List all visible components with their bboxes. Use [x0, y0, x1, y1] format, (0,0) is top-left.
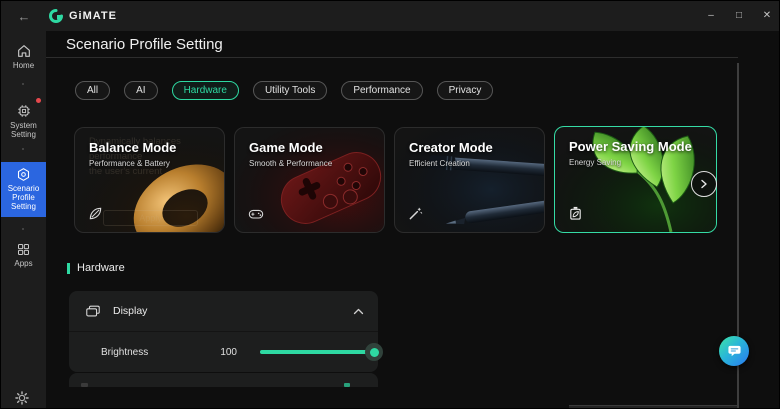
- brightness-slider[interactable]: [260, 343, 383, 361]
- card-title: Power Saving Mode: [569, 139, 692, 154]
- magic-wand-icon: [409, 207, 423, 220]
- card-title: Creator Mode: [409, 140, 493, 155]
- display-panel: Display Brightness 100: [69, 291, 383, 372]
- display-icon: [86, 305, 100, 316]
- panel-title: Display: [113, 305, 148, 317]
- sidebar-item-apps[interactable]: Apps: [1, 242, 46, 268]
- filter-tab-hardware[interactable]: Hardware: [171, 81, 239, 100]
- card-subtitle: Energy Saving: [569, 158, 622, 167]
- filter-tab-privacy[interactable]: Privacy: [436, 81, 494, 100]
- sidebar-item-label: Home: [12, 61, 35, 70]
- sidebar-separator-dot: [22, 228, 24, 230]
- card-title: Balance Mode: [89, 140, 177, 155]
- minimize-button[interactable]: –: [697, 1, 725, 31]
- section-accent-bar: [67, 262, 70, 274]
- chevron-right-icon: [701, 179, 707, 189]
- card-subtitle: Efficient Creation: [409, 159, 470, 168]
- filter-tab-performance[interactable]: Performance: [341, 81, 423, 100]
- hardware-section-header: Hardware: [67, 262, 125, 274]
- leaf-balance-icon: [89, 207, 102, 220]
- filter-tab-ai[interactable]: AI: [124, 81, 158, 100]
- sidebar-item-home[interactable]: Home: [1, 43, 46, 70]
- next-panel-partial[interactable]: [69, 373, 378, 387]
- sidebar-item-system-setting[interactable]: System Setting: [1, 103, 46, 139]
- gimate-logo-icon: [49, 9, 63, 23]
- sidebar-separator-dot: [22, 148, 24, 150]
- title-bar: ← GiMATE – □ ✕: [1, 1, 779, 31]
- collapse-chevron-button[interactable]: [353, 308, 364, 315]
- chevron-up-icon: [353, 308, 364, 314]
- panel-icon-clipped: [81, 383, 88, 387]
- brightness-label: Brightness: [101, 346, 149, 358]
- settings-gear-button[interactable]: [14, 389, 32, 407]
- card-game-mode[interactable]: Game Mode Smooth & Performance: [234, 127, 385, 233]
- sidebar-item-label: System Setting: [10, 121, 37, 139]
- panel-indicator-clipped: [344, 383, 350, 387]
- clipped-element-edge: [569, 405, 738, 408]
- brightness-row: Brightness 100: [69, 332, 383, 372]
- slider-fill: [260, 350, 376, 354]
- home-icon: [17, 45, 30, 57]
- card-subtitle: Smooth & Performance: [249, 159, 333, 168]
- window-controls: – □ ✕: [697, 1, 779, 31]
- maximize-button[interactable]: □: [725, 1, 753, 31]
- gamepad-icon: [248, 209, 264, 219]
- sidebar-item-scenario-profile-setting[interactable]: Scenario Profile Setting: [1, 162, 46, 217]
- filter-tab-utility-tools[interactable]: Utility Tools: [252, 81, 328, 100]
- chat-bubble-icon: [727, 345, 741, 357]
- card-balance-mode[interactable]: Dynamically balances performance the use…: [74, 127, 225, 233]
- app-name: GiMATE: [69, 10, 117, 22]
- notification-badge: [36, 98, 41, 103]
- sidebar-separator-dot: [22, 83, 24, 85]
- sidebar-item-label: Scenario Profile Setting: [7, 184, 40, 211]
- scenario-cube-icon: [17, 168, 30, 181]
- page-title: Scenario Profile Setting: [66, 36, 223, 53]
- card-subtitle: Performance & Battery: [89, 159, 170, 168]
- brightness-value: 100: [220, 346, 237, 358]
- sidebar-item-label: Apps: [14, 259, 33, 268]
- section-title: Hardware: [77, 262, 125, 274]
- filter-tab-all[interactable]: All: [75, 81, 111, 100]
- slider-thumb[interactable]: [365, 343, 383, 361]
- card-title: Game Mode: [249, 140, 323, 155]
- carousel-next-button[interactable]: [691, 171, 717, 197]
- battery-leaf-icon: [570, 206, 581, 220]
- close-button[interactable]: ✕: [753, 1, 779, 31]
- main-content: Scenario Profile Setting All AI Hardware…: [46, 31, 779, 408]
- chip-icon: [17, 105, 30, 117]
- back-button[interactable]: ←: [9, 8, 39, 25]
- display-panel-header[interactable]: Display: [69, 291, 378, 331]
- chat-assistant-button[interactable]: [719, 336, 749, 366]
- gear-icon: [15, 391, 29, 405]
- app-logo: GiMATE: [49, 9, 117, 23]
- apps-grid-icon: [18, 244, 29, 255]
- header-divider: [46, 57, 738, 58]
- card-ghost-apply-button: Apply: [103, 210, 198, 226]
- filter-tabs: All AI Hardware Utility Tools Performanc…: [75, 81, 494, 100]
- sidebar: Home System Setting Scenario Profile Set…: [1, 31, 46, 408]
- card-creator-mode[interactable]: Creator Mode Efficient Creation: [394, 127, 545, 233]
- gimate-app-window: ← GiMATE – □ ✕ Home System Setting Scena…: [0, 0, 780, 409]
